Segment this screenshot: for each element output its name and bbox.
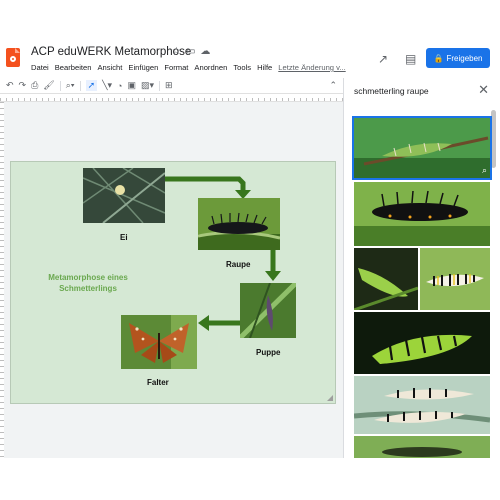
image-search-panel: schmetterling raupe ✕ ⌕: [343, 78, 500, 458]
textbox-icon[interactable]: ▣: [127, 80, 136, 91]
caterpillar-photo[interactable]: [198, 198, 280, 250]
label-caterpillar: Raupe: [226, 260, 251, 269]
menubar: Datei Bearbeiten Ansicht Einfügen Format…: [31, 63, 346, 72]
zoom-icon[interactable]: ⌕▾: [66, 80, 75, 91]
move-folder-icon[interactable]: ▭: [186, 46, 195, 57]
menu-datei[interactable]: Datei: [31, 63, 49, 72]
lock-icon: 🔒: [433, 53, 444, 63]
menu-bearbeiten[interactable]: Bearbeiten: [55, 63, 92, 72]
shape-icon[interactable]: ◔: [117, 81, 122, 91]
menu-ansicht[interactable]: Ansicht: [97, 63, 122, 72]
label-butterfly: Falter: [147, 378, 169, 387]
arrowhead-3: [198, 315, 209, 331]
arrow-egg-to-caterpillar: [165, 176, 246, 191]
search-result-6[interactable]: [354, 376, 490, 434]
search-result-2[interactable]: [354, 182, 490, 246]
menu-format[interactable]: Format: [164, 63, 188, 72]
menu-hilfe[interactable]: Hilfe: [257, 63, 272, 72]
arrowhead-2: [265, 271, 281, 281]
toolbar: ↶ ↷ ⎙ 🖌 ⌕▾ ➚ ╲▾ ◔ ▣ ▨▾ ⊞ ⌃: [0, 78, 343, 94]
zoom-icon[interactable]: ⌕: [482, 165, 487, 176]
paint-format-icon[interactable]: 🖌: [43, 80, 54, 91]
star-icon[interactable]: ☆: [172, 46, 181, 57]
collapse-icon[interactable]: ⌃: [329, 80, 337, 91]
scrollbar[interactable]: [491, 110, 496, 168]
search-query[interactable]: schmetterling raupe: [354, 86, 429, 96]
undo-icon[interactable]: ↶: [6, 80, 14, 91]
search-result-1[interactable]: ⌕: [352, 116, 492, 180]
label-pupa: Puppe: [256, 348, 281, 357]
search-result-4[interactable]: [420, 248, 490, 310]
bottom-margin: [0, 458, 500, 500]
share-button-label: Freigeben: [446, 53, 483, 63]
comment-icon[interactable]: ⊞: [165, 80, 173, 91]
diagram-title: Metamorphose eines Schmetterlings: [48, 273, 128, 293]
menu-einfuegen[interactable]: Einfügen: [128, 63, 158, 72]
redo-icon[interactable]: ↷: [19, 80, 27, 91]
share-button[interactable]: 🔒 Freigeben: [426, 48, 490, 68]
search-result-5[interactable]: [354, 312, 490, 374]
egg-photo[interactable]: [83, 168, 165, 223]
label-egg: Ei: [120, 233, 128, 242]
drawing-canvas[interactable]: Ei Raupe Puppe Falter Metamorphose eines…: [4, 102, 343, 458]
title-icons: ☆ ▭ ☁: [172, 46, 210, 57]
line-icon[interactable]: ╲▾: [102, 80, 112, 91]
menu-tools[interactable]: Tools: [233, 63, 251, 72]
activity-trend-icon[interactable]: ↗: [378, 52, 388, 66]
last-change-link[interactable]: Letzte Änderung v...: [278, 63, 345, 72]
comments-icon[interactable]: ▤: [405, 52, 416, 66]
print-icon[interactable]: ⎙: [31, 80, 38, 91]
horizontal-ruler: [0, 94, 343, 102]
menu-anordnen[interactable]: Anordnen: [194, 63, 227, 72]
select-icon[interactable]: ➚: [85, 80, 98, 91]
resize-handle-icon[interactable]: [327, 395, 333, 401]
search-result-3[interactable]: [354, 248, 418, 310]
close-icon[interactable]: ✕: [478, 82, 489, 98]
toolbar-divider: [59, 80, 61, 91]
toolbar-divider: [159, 80, 161, 91]
drawing-page[interactable]: Ei Raupe Puppe Falter Metamorphose eines…: [10, 161, 336, 404]
toolbar-divider: [79, 80, 81, 91]
image-icon[interactable]: ▨▾: [141, 80, 154, 91]
search-result-7[interactable]: [354, 436, 490, 458]
butterfly-photo[interactable]: [121, 315, 197, 369]
pupa-photo[interactable]: [240, 283, 296, 338]
cloud-status-icon[interactable]: ☁: [200, 46, 210, 57]
document-title[interactable]: ACP eduWERK Metamorphose: [31, 46, 191, 58]
drawings-logo-icon[interactable]: [6, 48, 20, 67]
